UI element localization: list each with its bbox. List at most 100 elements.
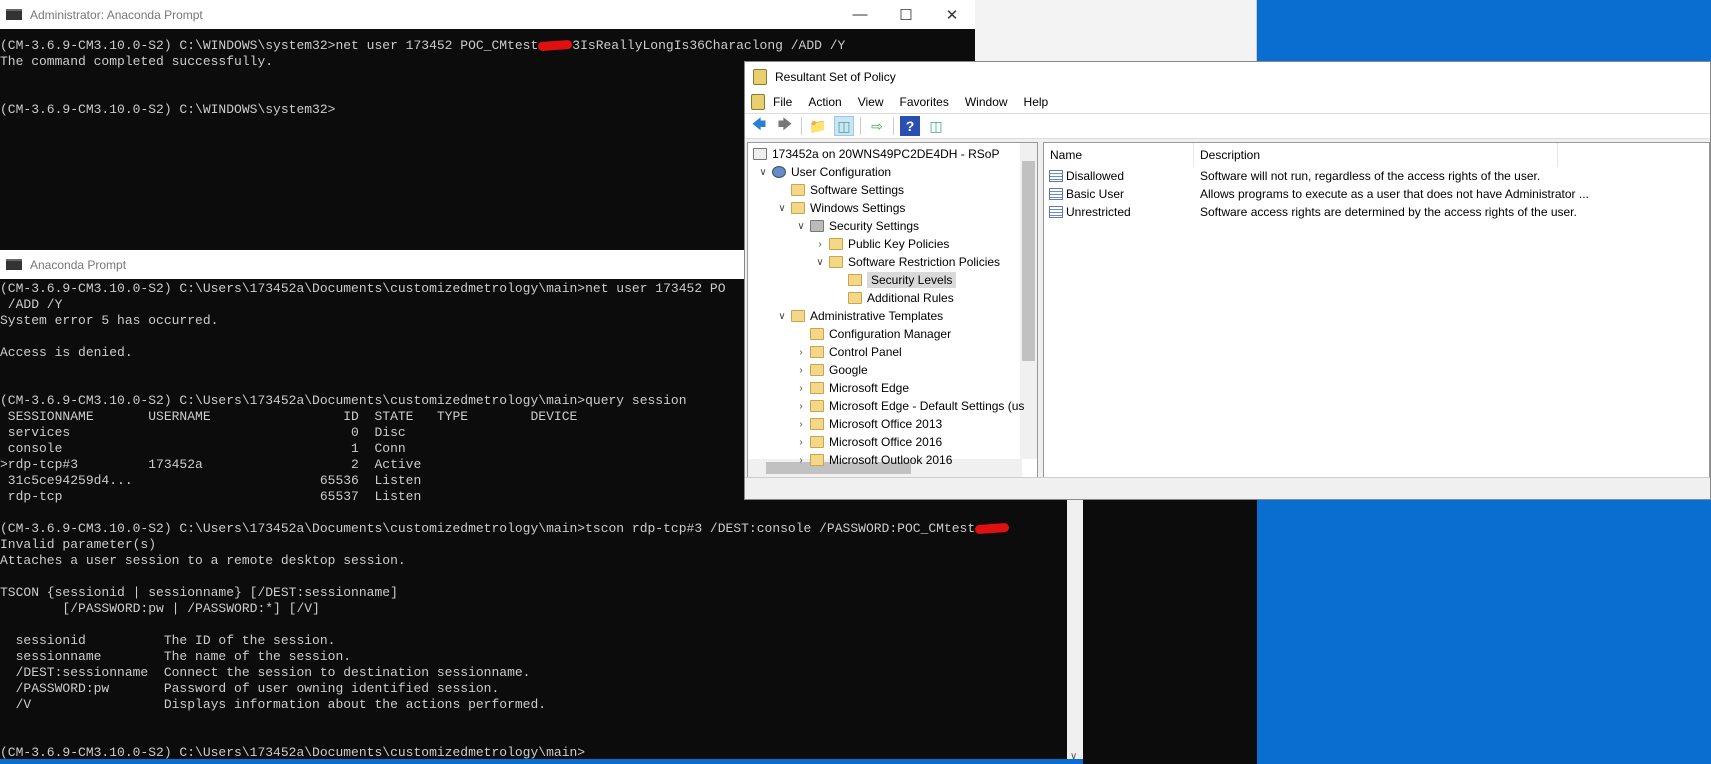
console-line-text: (CM-3.6.9-CM3.10.0-S2) C:\WINDOWS\system… (0, 38, 539, 53)
column-header-description[interactable]: Description (1194, 143, 1558, 167)
tree-node-label: Public Key Policies (848, 237, 950, 251)
forward-arrow-icon[interactable]: 🡆 (775, 116, 795, 136)
menu-view[interactable]: View (858, 95, 884, 109)
console-line-text: (CM-3.6.9-CM3.10.0-S2) C:\Users\173452a\… (0, 393, 687, 408)
maximize-button[interactable]: ☐ (883, 6, 929, 24)
tree-node-label: Google (829, 363, 868, 377)
tree-node[interactable]: › Microsoft Edge (794, 379, 909, 397)
console-line-text: [/PASSWORD:pw | /PASSWORD:*] [/V] (0, 601, 320, 616)
column-header-name[interactable]: Name (1044, 143, 1194, 167)
console-line-text: Access is denied. (0, 345, 133, 360)
tree-node-label: Configuration Manager (829, 327, 952, 341)
chevron-right-icon[interactable]: › (813, 239, 827, 250)
tree-node-label: Windows Settings (810, 201, 906, 215)
console-line-text: /DEST:sessionname Connect the session to… (0, 665, 531, 680)
tree-node[interactable]: › Microsoft Office 2016 (794, 433, 942, 451)
tree-node-label: Security Levels (867, 272, 957, 288)
console-line: (CM-3.6.9-CM3.10.0-S2) C:\Users\173452a\… (0, 521, 1083, 537)
tree-node-label: Administrative Templates (810, 309, 944, 323)
tree-node[interactable]: › Google (794, 361, 868, 379)
console-icon (6, 9, 22, 20)
tree-node[interactable]: Software Settings (775, 181, 904, 199)
chevron-down-icon[interactable]: ∨ (775, 203, 789, 214)
console-line-text: /ADD /Y (0, 297, 63, 312)
menu-action[interactable]: Action (808, 95, 841, 109)
minimize-button[interactable]: — (837, 6, 883, 24)
console-line: Invalid parameter(s) (0, 537, 1083, 553)
tree-node[interactable]: › Public Key Policies (813, 235, 949, 253)
tree-node[interactable]: › Control Panel (794, 343, 901, 361)
details-list[interactable]: Name Description Disallowed Software will… (1043, 142, 1710, 478)
window-title: Anaconda Prompt (30, 257, 127, 272)
chevron-down-icon[interactable]: ∨ (756, 167, 770, 178)
security-icon (810, 220, 824, 232)
menu-window[interactable]: Window (965, 95, 1008, 109)
console-tree[interactable]: 173452a on 20WNS49PC2DE4DH - RSoP ∨ User C… (747, 142, 1038, 478)
title-bar[interactable]: Administrator: Anaconda Prompt — ☐ ✕ (0, 0, 975, 29)
title-bar[interactable]: Resultant Set of Policy (745, 62, 1710, 91)
show-action-pane-icon[interactable]: ◫ (926, 116, 946, 136)
console-line: (CM-3.6.9-CM3.10.0-S2) C:\WINDOWS\system… (0, 38, 975, 54)
list-item[interactable]: Unrestricted Software access rights are d… (1044, 203, 1709, 221)
system-menu-icon[interactable] (751, 94, 765, 110)
toolbar-separator (801, 117, 802, 135)
tree-node-label: Software Settings (810, 183, 905, 197)
console-line-text: 3IsReallyLongIs36Characlong /ADD /Y (572, 38, 846, 53)
tree-node[interactable]: ∨ Administrative Templates (775, 307, 943, 325)
chevron-down-icon[interactable]: ∨ (794, 221, 808, 232)
menu-file[interactable]: File (773, 95, 792, 109)
rsop-scroll-icon (753, 68, 767, 85)
tree-node-label: Additional Rules (867, 291, 954, 305)
tree-node[interactable]: Additional Rules (832, 289, 954, 307)
tree-node[interactable]: ∨ Security Settings (794, 217, 919, 235)
item-description: Allows programs to execute as a user tha… (1200, 187, 1589, 201)
tree-node[interactable]: ∨ Windows Settings (775, 199, 905, 217)
chevron-right-icon[interactable]: › (794, 437, 808, 448)
chevron-down-icon[interactable]: ∨ (813, 257, 827, 268)
back-arrow-icon[interactable]: 🡄 (749, 116, 769, 136)
tree-node-label: User Configuration (791, 165, 892, 179)
tree-node[interactable]: Configuration Manager (794, 325, 951, 343)
chevron-right-icon[interactable]: › (794, 455, 808, 466)
security-level-icon (1049, 188, 1063, 200)
list-item[interactable]: Disallowed Software will not run, regardl… (1044, 167, 1709, 185)
console-line: /V Displays information about the action… (0, 697, 1083, 713)
tree-node[interactable]: ∨ User Configuration (756, 163, 891, 181)
chevron-down-icon[interactable]: ∨ (775, 311, 789, 322)
close-button[interactable]: ✕ (929, 6, 975, 24)
scrollbar-thumb[interactable] (1022, 161, 1035, 361)
chevron-right-icon[interactable]: › (794, 383, 808, 394)
tree-node[interactable]: ∨ Software Restriction Policies (813, 253, 1000, 271)
tree-node-label: Microsoft Edge - Default Settings (us (829, 399, 1025, 413)
redaction-mark (538, 39, 573, 52)
tree-node[interactable]: › Microsoft Office 2013 (794, 415, 942, 433)
show-hide-tree-icon[interactable]: ◫ (834, 116, 854, 136)
rsop-icon (753, 148, 767, 160)
chevron-right-icon[interactable]: › (794, 401, 808, 412)
console-line-text: (CM-3.6.9-CM3.10.0-S2) C:\Users\173452a\… (0, 281, 726, 296)
menu-favorites[interactable]: Favorites (900, 95, 949, 109)
tree-node-label: Microsoft Outlook 2016 (829, 453, 953, 467)
chevron-right-icon[interactable]: › (794, 365, 808, 376)
console-line-text: sessionid The ID of the session. (0, 633, 336, 648)
folder-icon (810, 436, 824, 448)
help-icon[interactable]: ? (900, 116, 920, 136)
rsop-window[interactable]: Resultant Set of Policy File Action View… (744, 61, 1711, 500)
up-folder-icon[interactable]: 📁 (808, 116, 828, 136)
console-line-text: SESSIONNAME USERNAME ID STATE TYPE DEVIC… (0, 409, 578, 424)
security-level-icon (1049, 170, 1063, 182)
item-name: Disallowed (1066, 169, 1125, 183)
tree-node[interactable]: Security Levels (832, 271, 957, 289)
console-line-text: Attaches a user session to a remote desk… (0, 553, 406, 568)
export-list-icon[interactable]: ⇨ (867, 116, 887, 136)
chevron-right-icon[interactable]: › (794, 347, 808, 358)
menu-help[interactable]: Help (1024, 95, 1049, 109)
redaction-mark (974, 522, 1010, 535)
tree-node[interactable]: 173452a on 20WNS49PC2DE4DH - RSoP (751, 145, 999, 163)
tree-node[interactable]: › Microsoft Outlook 2016 (794, 451, 952, 469)
chevron-right-icon[interactable]: › (794, 419, 808, 430)
tree-node[interactable]: › Microsoft Edge - Default Settings (us (794, 397, 1024, 415)
list-item[interactable]: Basic User Allows programs to execute as … (1044, 185, 1709, 203)
